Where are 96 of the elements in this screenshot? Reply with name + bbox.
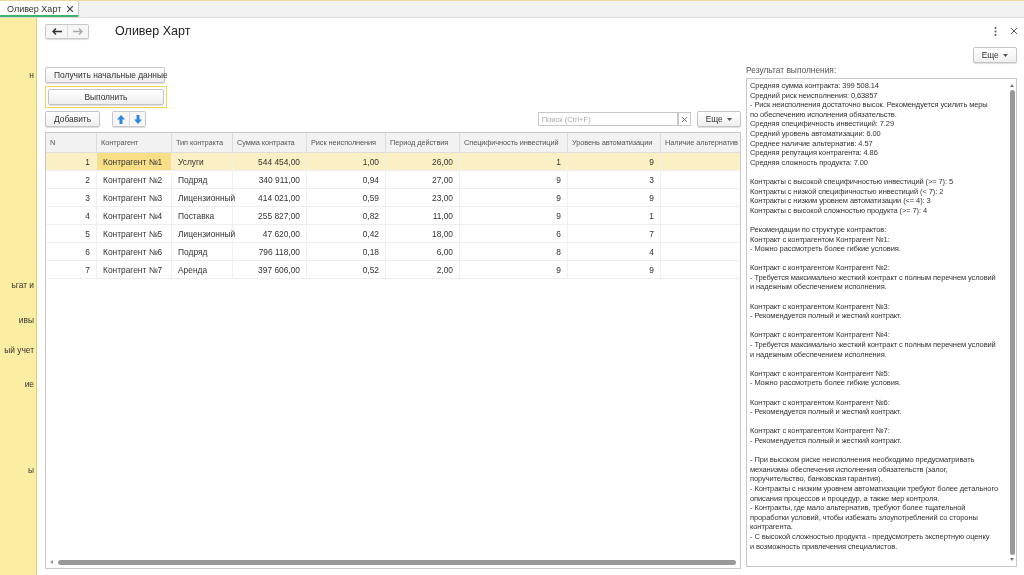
table-cell: 6,00 (436, 246, 453, 257)
table-cell: 8 (556, 246, 561, 257)
table-cell: Контрагент №2 (103, 174, 163, 185)
table-row[interactable]: 7 Контрагент №7 Аренда 397 606,00 0,52 2,00 9 9 (46, 261, 740, 279)
close-icon (681, 116, 687, 122)
table-cell: 6 (556, 228, 561, 239)
table-row[interactable]: 4 Контрагент №4 Поставка 255 827,00 0,82 11,00 9 1 (46, 207, 740, 225)
table-cell: 27,00 (432, 174, 453, 185)
table-cell: 5 (85, 228, 90, 239)
more-button[interactable]: Еще (972, 47, 1017, 63)
get-data-button[interactable]: Получить начальные данные (45, 67, 165, 83)
sidebar-item[interactable]: ы (27, 465, 34, 475)
table-cell: 255 827,00 (258, 210, 300, 221)
sidebar-item[interactable]: ивы (18, 315, 34, 325)
table-cell: 9 (556, 210, 561, 221)
move-down-button[interactable] (129, 112, 145, 126)
move-up-button[interactable] (113, 112, 129, 126)
back-button[interactable] (46, 24, 67, 38)
table-cell: 1,00 (362, 156, 379, 167)
table-cell: 4 (85, 210, 90, 221)
table-cell: Подряд (178, 246, 208, 257)
table-cell: 9 (649, 156, 654, 167)
forward-arrow-icon (73, 27, 83, 35)
form-title: Оливер Харт (115, 24, 191, 38)
table-cell: Аренда (178, 264, 208, 275)
table-cell: 11,00 (432, 210, 453, 221)
sidebar-item[interactable]: ьгат и (11, 280, 34, 290)
table-row[interactable]: 6 Контрагент №6 Подряд 796 118,00 0,18 6,00 8 4 (46, 243, 740, 261)
table-cell: 6 (85, 246, 90, 257)
caret-icon (727, 118, 732, 122)
table-cell: 0,42 (362, 228, 379, 239)
table-cell: 796 118,00 (258, 246, 300, 257)
table-cell: Контрагент №3 (103, 192, 163, 203)
table-cell: 1 (649, 210, 654, 221)
table-cell: 9 (556, 174, 561, 185)
document-tab[interactable]: Оливер Харт (0, 1, 80, 17)
back-arrow-icon (51, 27, 62, 35)
table-cell: 2,00 (436, 264, 453, 275)
table-cell: 0,94 (362, 174, 379, 185)
table-cell: Услуги (178, 156, 204, 167)
table-row[interactable]: 5 Контрагент №5 Лицензионный 47 620,00 0,42 18,00 6 7 (46, 225, 740, 243)
table-cell: Контрагент №6 (103, 246, 163, 257)
table-cell: 397 606,00 (258, 264, 300, 275)
horizontal-scrollbar[interactable] (58, 559, 736, 565)
scroll-left-icon[interactable] (50, 560, 54, 564)
table-cell: Поставка (178, 210, 215, 221)
table-cell: 0,82 (362, 210, 379, 221)
table-row[interactable]: 2 Контрагент №2 Подряд 340 911,00 0,94 27,00 9 3 (46, 171, 740, 189)
scroll-down-icon[interactable] (1010, 558, 1014, 561)
table-cell: 26,00 (432, 156, 453, 167)
table-cell: 340 911,00 (258, 174, 300, 185)
table-cell: 1 (556, 156, 561, 167)
table-row[interactable]: 3 Контрагент №3 Лицензионный 414 021,00 0,59 23,00 9 9 (46, 189, 740, 207)
sidebar-item[interactable]: ый учет (4, 345, 34, 355)
table-cell: Лицензионный (178, 228, 236, 239)
add-button[interactable]: Добавить (45, 111, 100, 127)
table-cell: 1 (85, 156, 90, 167)
execute-button[interactable]: Выполнить (48, 89, 164, 105)
vertical-scrollbar[interactable] (1009, 90, 1015, 555)
menu-icon[interactable] (994, 26, 997, 36)
result-text-area[interactable] (746, 78, 1017, 567)
close-icon[interactable] (67, 6, 74, 12)
table-cell: 544 454,00 (258, 156, 300, 167)
table-cell: 23,00 (432, 192, 453, 203)
table-cell: Контрагент №4 (103, 210, 163, 221)
result-label: Результат выполнения: (746, 65, 838, 75)
table-cell: 414 021,00 (258, 192, 300, 203)
table-cell: 0,52 (362, 264, 379, 275)
table-cell: 47 620,00 (262, 228, 300, 239)
table-cell: Лицензионный (178, 192, 236, 203)
table-cell: 0,18 (362, 246, 379, 257)
table-cell: 0,59 (362, 192, 379, 203)
up-arrow-icon (117, 114, 125, 124)
scroll-up-icon[interactable] (1010, 84, 1014, 87)
table-cell: 2 (85, 174, 90, 185)
close-icon[interactable] (1011, 28, 1017, 34)
down-arrow-icon (133, 114, 142, 124)
table-cell: Контрагент №7 (103, 264, 163, 275)
table-cell: Контрагент №5 (103, 228, 163, 239)
table-cell: 7 (649, 228, 654, 239)
table-cell: 9 (556, 192, 561, 203)
table-cell: 4 (649, 246, 654, 257)
table-cell: 9 (649, 264, 654, 275)
table-cell: 3 (85, 192, 90, 203)
table-row[interactable]: 1 Контрагент №1 Услуги 544 454,00 1,00 26,00 1 9 (46, 153, 740, 171)
sidebar-item[interactable]: ие (24, 379, 34, 389)
table-cell: 18,00 (432, 228, 453, 239)
table-cell: 9 (556, 264, 561, 275)
table-cell: 3 (649, 174, 654, 185)
table-cell: Контрагент №1 (103, 156, 163, 167)
table-cell: Подряд (178, 174, 208, 185)
sidebar-item[interactable]: н (29, 70, 34, 80)
caret-icon (1003, 54, 1008, 58)
more-button[interactable]: Еще (696, 111, 741, 127)
table-cell: 9 (649, 192, 654, 203)
table-cell: 7 (85, 264, 90, 275)
